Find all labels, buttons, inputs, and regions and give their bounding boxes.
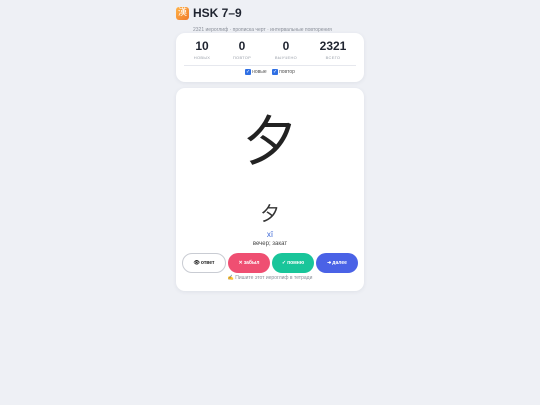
hanzi-large: 夕 (243, 110, 297, 173)
remember-button[interactable]: ✓помню (272, 253, 314, 273)
filter-review[interactable]: ✓ повтор (272, 69, 295, 75)
hanzi-small: 夕 (260, 203, 280, 225)
stat-total-label: ВСЕГО (325, 55, 341, 60)
check-icon: ✓ (281, 260, 287, 266)
stat-review-value: 0 (238, 39, 246, 53)
next-button[interactable]: ➜далее (316, 253, 358, 273)
stats-divider (184, 65, 356, 66)
stat-new-label: НОВЫХ (193, 55, 211, 60)
stat-review-label: ПОВТОР (232, 55, 252, 60)
stats-panel: 10 НОВЫХ 0 ПОВТОР 0 ВЫУЧЕНО 2321 ВСЕГО ✓… (176, 33, 364, 82)
meaning: вечер; закат (252, 241, 288, 247)
stat-new: 10 НОВЫХ (182, 39, 222, 60)
filter-row: ✓ новые ✓ повтор (176, 69, 364, 76)
stat-total-value: 2321 (319, 39, 347, 53)
filter-review-checkbox[interactable]: ✓ (272, 69, 279, 75)
forgot-button[interactable]: ✕забыл (228, 253, 270, 273)
writing-hint-text: Пишите этот иероглиф в тетради (235, 275, 313, 281)
stat-review: 0 ПОВТОР (222, 39, 262, 60)
forgot-button-label: забыл (243, 260, 260, 266)
flashcard: 夕 夕 xī вечер; закат 👁ответ ✕забыл ✓помню… (176, 88, 364, 291)
answer-button-label: ответ (200, 260, 215, 266)
stat-learned: 0 ВЫУЧЕНО (266, 39, 306, 60)
pinyin: xī (266, 230, 274, 239)
app-title: HSK 7–9 (193, 6, 242, 20)
arrow-right-icon: ➜ (327, 260, 332, 266)
writing-hand-icon: ✍ (227, 275, 234, 281)
filter-review-label: повтор (279, 69, 295, 75)
eye-icon: 👁 (193, 260, 200, 266)
stat-learned-value: 0 (282, 39, 290, 53)
stat-new-value: 10 (195, 39, 209, 53)
answer-button[interactable]: 👁ответ (182, 253, 226, 273)
filter-new-checkbox[interactable]: ✓ (245, 69, 252, 75)
filter-new[interactable]: ✓ новые (245, 69, 267, 75)
writing-hint: ✍ Пишите этот иероглиф в тетради (176, 275, 364, 281)
stat-learned-label: ВЫУЧЕНО (274, 55, 298, 60)
cross-icon: ✕ (238, 260, 243, 266)
filter-new-label: новые (252, 69, 267, 75)
remember-button-label: помню (287, 260, 305, 266)
next-button-label: далее (332, 260, 347, 266)
stat-total: 2321 ВСЕГО (313, 39, 353, 60)
app-logo-icon: 漢 (176, 7, 189, 20)
